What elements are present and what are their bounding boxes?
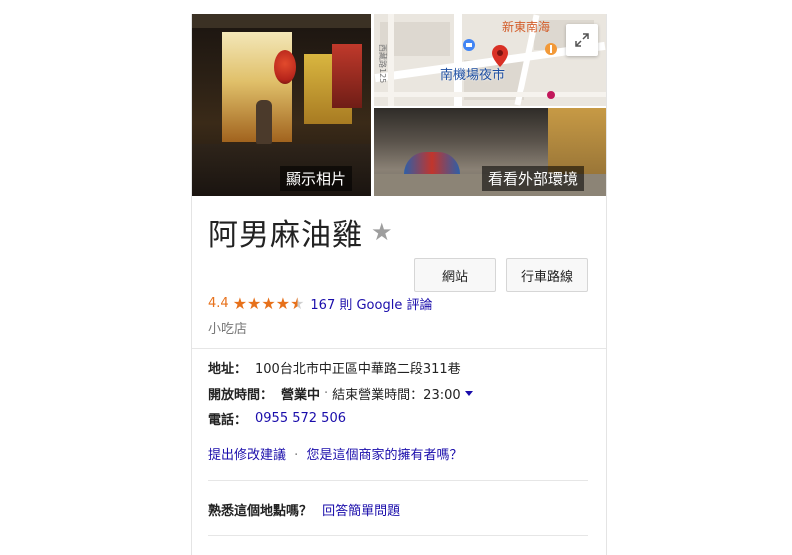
map-place-label: 南機場夜市 bbox=[440, 68, 506, 83]
know-place-row: 熟悉這個地點嗎？ 回答簡單問題 bbox=[208, 500, 400, 519]
star-icon: ★ bbox=[247, 293, 262, 313]
map-nearby-label: 新東南海 bbox=[502, 20, 551, 34]
address-value: 100台北市中正區中華路二段311巷 bbox=[255, 362, 461, 377]
hours-label: 開放時間： bbox=[208, 388, 274, 403]
feedback-links: 提出修改建議 · 您是這個商家的擁有者嗎？ bbox=[208, 444, 462, 463]
photo-ceiling bbox=[192, 14, 371, 28]
shopping-pin-icon bbox=[463, 39, 475, 51]
reviews-link[interactable]: 167 則 Google 評論 bbox=[310, 294, 432, 313]
divider bbox=[192, 348, 606, 349]
half-star-icon: ★ bbox=[290, 293, 305, 313]
phone-label: 電話： bbox=[208, 413, 248, 428]
suggest-edit-link[interactable]: 提出修改建議 bbox=[208, 448, 286, 463]
hours-separator: · bbox=[324, 386, 329, 401]
map-street-label: 西藏路125 bbox=[378, 44, 387, 84]
place-category: 小吃店 bbox=[208, 322, 248, 337]
transit-pin-icon bbox=[547, 91, 555, 99]
storefront-photo[interactable]: 顯示相片 bbox=[192, 14, 371, 196]
star-icon: ★ bbox=[275, 293, 291, 313]
expand-hours-icon[interactable] bbox=[464, 391, 473, 396]
map-thumbnail[interactable]: 新東南海 西藏路125 南機場夜市 bbox=[374, 14, 606, 106]
street-view-photo[interactable]: 看看外部環境 bbox=[374, 108, 606, 196]
phone-row: 電話： 0955 572 506 bbox=[208, 409, 346, 428]
see-outside-label[interactable]: 看看外部環境 bbox=[482, 166, 585, 191]
divider bbox=[208, 480, 588, 481]
directions-button[interactable]: 行車路線 bbox=[506, 258, 588, 292]
street-umbrella bbox=[404, 152, 460, 174]
address-row: 地址： 100台北市中正區中華路二段311巷 bbox=[208, 358, 461, 377]
expand-map-button[interactable] bbox=[566, 24, 598, 56]
divider bbox=[208, 535, 588, 536]
title-row: 阿男麻油雞 ★ bbox=[208, 210, 393, 254]
rating-score: 4.4 bbox=[208, 296, 229, 311]
hours-row: 開放時間： 營業中 · 結束營業時間：23:00 bbox=[208, 384, 473, 403]
photo-strip: 顯示相片 新東南海 西藏路125 南機場夜市 看看外部環境 bbox=[192, 14, 606, 196]
star-icon: ★ bbox=[261, 293, 276, 313]
map-road bbox=[374, 92, 606, 97]
answer-questions-link[interactable]: 回答簡單問題 bbox=[322, 504, 400, 519]
place-title: 阿男麻油雞 bbox=[208, 218, 363, 253]
hours-detail[interactable]: 結束營業時間：23:00 bbox=[332, 384, 460, 403]
feedback-separator: · bbox=[294, 448, 299, 463]
hours-status: 營業中 bbox=[281, 388, 321, 403]
photo-lantern bbox=[274, 50, 296, 84]
address-label: 地址： bbox=[208, 362, 248, 377]
rating-stars: ★ ★ ★ ★ ★ bbox=[232, 293, 305, 313]
food-pin-icon bbox=[545, 43, 557, 55]
show-photos-label[interactable]: 顯示相片 bbox=[280, 166, 353, 191]
phone-link[interactable]: 0955 572 506 bbox=[255, 411, 346, 426]
knowledge-panel: 顯示相片 新東南海 西藏路125 南機場夜市 看看外部環境 阿男麻油雞 ★ 網站… bbox=[191, 14, 607, 555]
star-icon: ★ bbox=[232, 293, 248, 313]
know-place-question: 熟悉這個地點嗎？ bbox=[208, 504, 313, 519]
expand-icon bbox=[575, 33, 589, 47]
save-star-icon[interactable]: ★ bbox=[371, 218, 393, 246]
rating-row: 4.4 ★ ★ ★ ★ ★ 167 則 Google 評論 bbox=[208, 294, 432, 313]
website-button[interactable]: 網站 bbox=[414, 258, 496, 292]
photo-banner bbox=[332, 44, 362, 108]
own-business-link[interactable]: 您是這個商家的擁有者嗎？ bbox=[306, 448, 462, 463]
photo-person bbox=[256, 100, 272, 144]
